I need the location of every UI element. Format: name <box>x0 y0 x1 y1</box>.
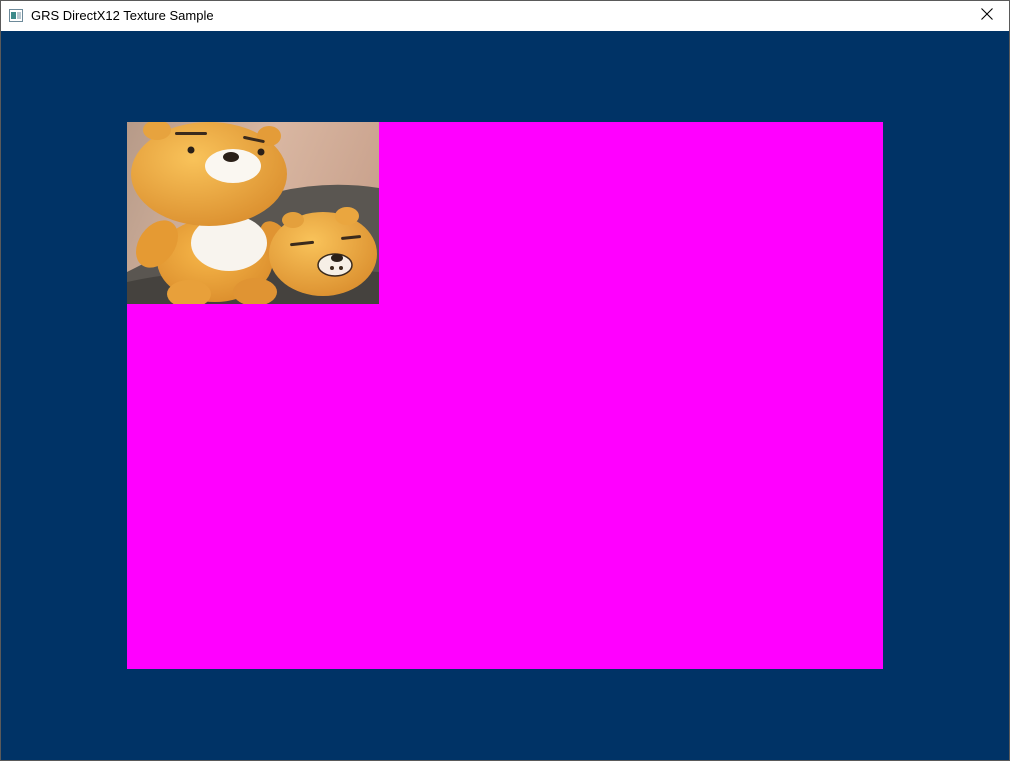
close-button[interactable] <box>964 1 1009 31</box>
plush-bear-texture <box>127 122 379 304</box>
app-window: GRS DirectX12 Texture Sample <box>0 0 1010 761</box>
title-bar[interactable]: GRS DirectX12 Texture Sample <box>1 1 1009 31</box>
app-window-icon <box>9 9 23 22</box>
render-viewport[interactable] <box>1 31 1009 760</box>
close-icon <box>980 7 993 25</box>
window-title: GRS DirectX12 Texture Sample <box>31 8 214 23</box>
